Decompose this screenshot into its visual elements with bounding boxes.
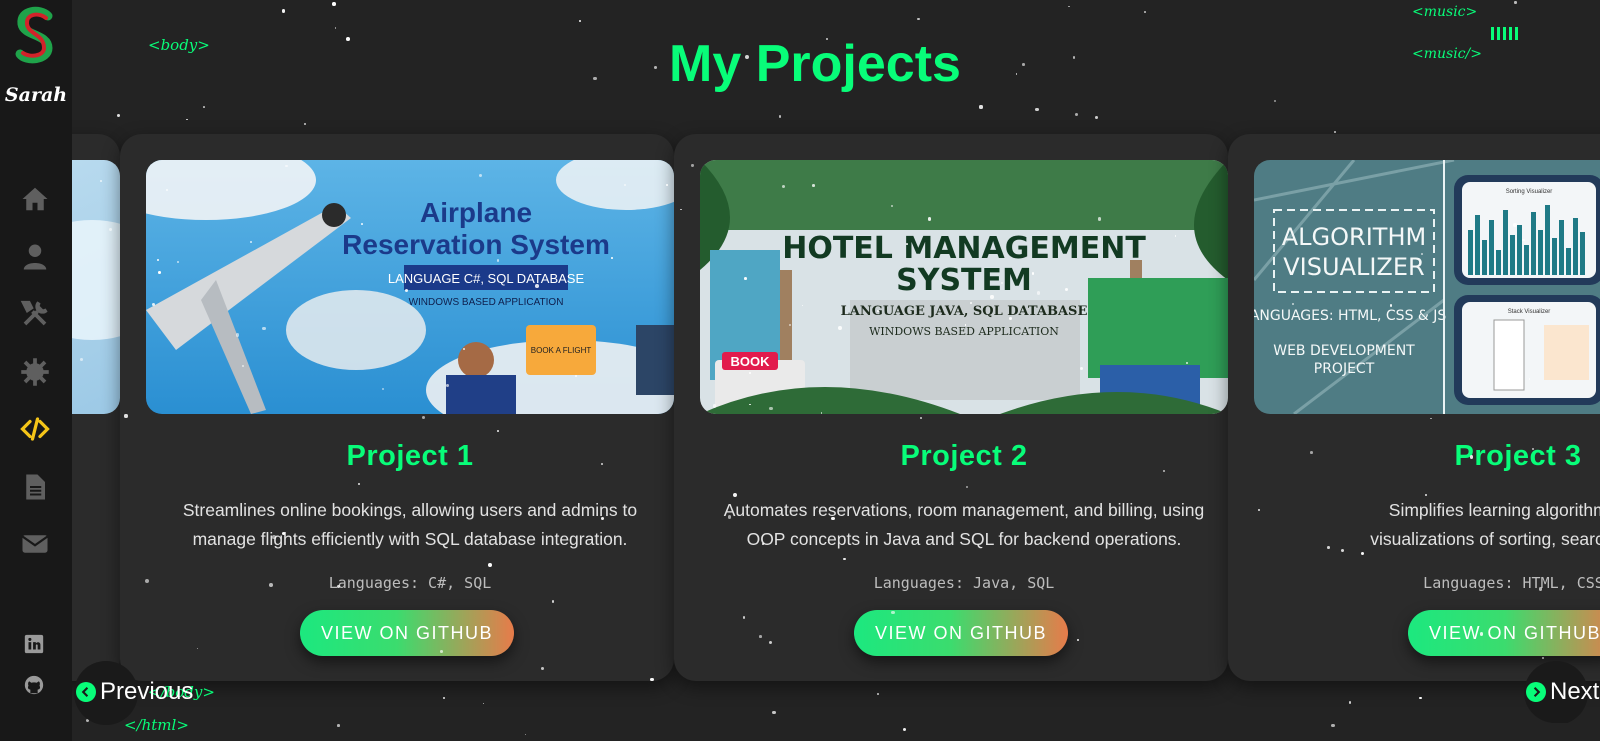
- project-2-title: Project 2: [900, 440, 1028, 472]
- music-close-tag[interactable]: <music/>: [1412, 46, 1482, 62]
- project-2-image-title-line1: HOTEL MANAGEMENT: [782, 231, 1146, 266]
- project-2-description: Automates reservations, room management,…: [700, 496, 1228, 554]
- project-3-image-sub2: WEB DEVELOPMENT: [1273, 343, 1415, 359]
- project-2-image-sub: LANGUAGE JAVA, SQL DATABASE: [841, 304, 1088, 319]
- next-button[interactable]: Next: [1524, 661, 1600, 723]
- project-1-description: Streamlines online bookings, allowing us…: [146, 496, 674, 554]
- project-1-title: Project 1: [346, 440, 474, 472]
- project-2-languages: Languages: Java, SQL: [873, 574, 1055, 592]
- chevron-left-icon: [76, 682, 96, 702]
- github-icon[interactable]: [22, 673, 46, 697]
- project-1-desc-line1: Streamlines online bookings, allowing us…: [182, 500, 638, 520]
- project-1-image-sub: LANGUAGE C#, SQL DATABASE: [388, 271, 585, 286]
- body-open-tag: <body>: [148, 36, 210, 54]
- previous-button[interactable]: Previous: [74, 661, 194, 725]
- project-3-languages: Languages: HTML, CSS,: [1423, 574, 1600, 592]
- project-3-desc-line1: Simplifies learning algorithms by of: [1388, 500, 1600, 520]
- home-icon[interactable]: [18, 182, 52, 216]
- project-2-desc-line1: Automates reservations, room management,…: [723, 500, 1205, 520]
- project-1-image-sub2: WINDOWS BASED APPLICATION: [409, 297, 564, 308]
- code-icon[interactable]: [18, 412, 52, 446]
- project-image: [72, 160, 120, 414]
- music-open-tag[interactable]: <music>: [1412, 4, 1477, 20]
- file-icon[interactable]: [18, 470, 52, 504]
- chevron-right-icon: [1526, 682, 1546, 702]
- project-3-desc-line2: visualizations of sorting, searching & p…: [1370, 529, 1600, 549]
- previous-label: Previous: [100, 678, 194, 705]
- project-1-github-button[interactable]: VIEW ON GITHUB: [300, 610, 514, 656]
- project-card-previous: [72, 134, 120, 681]
- project-2-image-badge: BOOK: [731, 354, 771, 369]
- project-3-image-title-line2: VISUALIZER: [1283, 253, 1424, 281]
- project-3-title: Project 3: [1454, 440, 1582, 472]
- logo-name: Sarah: [4, 84, 68, 106]
- project-2-desc-line2: OOP concepts in Java and SQL for backend…: [746, 529, 1182, 549]
- project-card-1: Airplane Reservation System LANGUAGE C#,…: [120, 134, 674, 681]
- project-3-github-button[interactable]: VIEW ON GITHUB: [1408, 610, 1600, 656]
- project-1-image-badge: BOOK A FLIGHT: [531, 346, 592, 355]
- mail-icon[interactable]: [18, 527, 52, 561]
- project-3-image-panel1: Sorting Visualizer: [1506, 189, 1553, 195]
- project-1-image-title-line2: Reservation System: [342, 229, 610, 260]
- projects-carousel[interactable]: Airplane Reservation System LANGUAGE C#,…: [72, 0, 1600, 741]
- logo[interactable]: [10, 6, 60, 64]
- project-3-image-sub: LANGUAGES: HTML, CSS & JS: [1254, 308, 1446, 324]
- tools-icon[interactable]: [18, 297, 52, 331]
- project-1-image-title-line1: Airplane: [420, 197, 532, 228]
- project-2-image-sub2: WINDOWS BASED APPLICATION: [869, 325, 1059, 338]
- linkedin-icon[interactable]: [22, 632, 46, 656]
- project-3-image-sub3: PROJECT: [1314, 361, 1375, 377]
- gear-icon[interactable]: [18, 355, 52, 389]
- project-1-image: Airplane Reservation System LANGUAGE C#,…: [146, 160, 674, 414]
- next-label: Next: [1550, 678, 1600, 705]
- project-2-image-title-line2: SYSTEM: [896, 263, 1032, 298]
- project-1-desc-line2: manage flights efficiently with SQL data…: [192, 529, 628, 549]
- user-icon[interactable]: [18, 240, 52, 274]
- project-2-image: BOOK HOTEL MANAGEMENT SYSTEM LANGUAGE JA…: [700, 160, 1228, 414]
- music-bars[interactable]: [1491, 27, 1518, 40]
- project-3-image: ALGORITHM VISUALIZER LANGUAGES: HTML, CS…: [1254, 160, 1600, 414]
- project-card-3: ALGORITHM VISUALIZER LANGUAGES: HTML, CS…: [1228, 134, 1600, 681]
- project-2-github-button[interactable]: VIEW ON GITHUB: [854, 610, 1068, 656]
- project-card-2: BOOK HOTEL MANAGEMENT SYSTEM LANGUAGE JA…: [674, 134, 1228, 681]
- project-3-image-title-line1: ALGORITHM: [1282, 223, 1426, 251]
- project-3-image-panel2: Stack Visualizer: [1508, 309, 1551, 315]
- project-1-languages: Languages: C#, SQL: [328, 574, 492, 592]
- project-3-description: Simplifies learning algorithms by of vis…: [1260, 496, 1600, 554]
- sidebar: Sarah: [0, 0, 72, 741]
